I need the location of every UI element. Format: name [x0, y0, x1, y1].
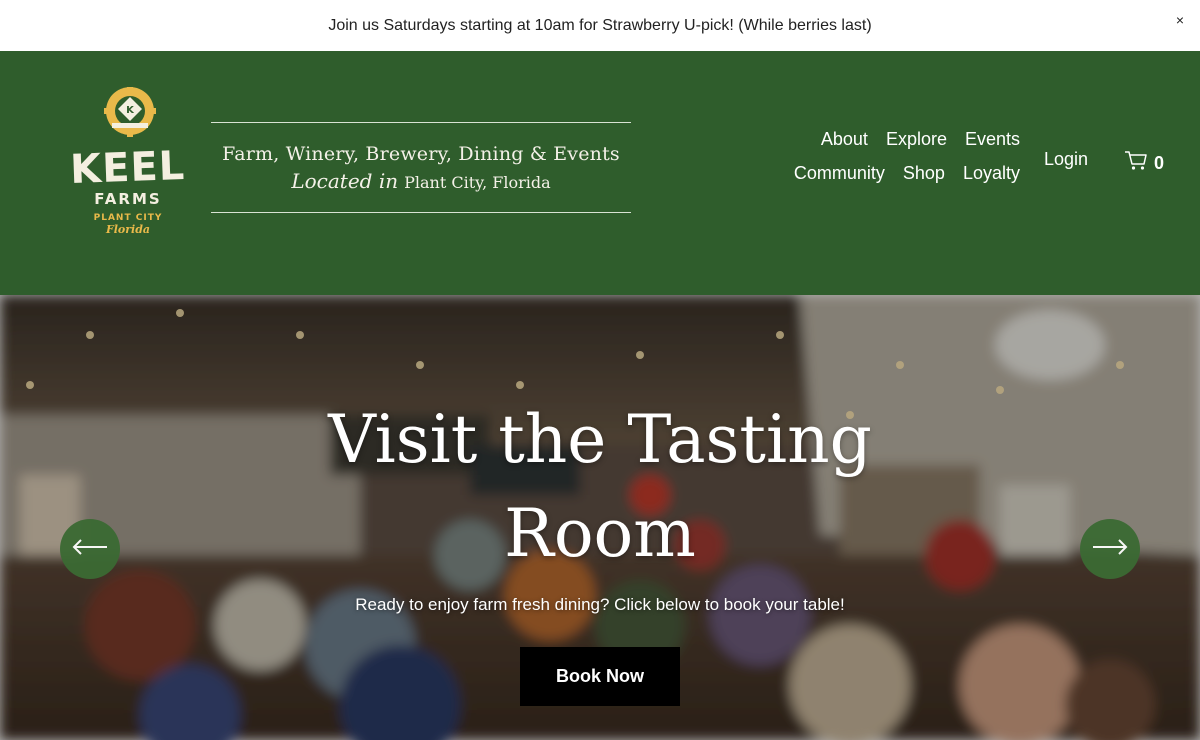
nav-row-2: Community Shop Loyalty: [740, 163, 1020, 184]
hero-subtitle: Ready to enjoy farm fresh dining? Click …: [355, 595, 845, 614]
hero-title: Visit the Tasting Room: [328, 401, 872, 572]
tagline-block: Farm, Winery, Brewery, Dining & Events L…: [211, 122, 631, 213]
slider-prev-button[interactable]: [60, 519, 120, 579]
nav-events[interactable]: Events: [965, 129, 1020, 150]
arrow-left-icon: [72, 538, 108, 560]
cart-icon: [1124, 150, 1148, 177]
svg-text:K: K: [126, 105, 135, 116]
nav-shop[interactable]: Shop: [903, 163, 945, 184]
site-header: K KEEL FARMS PLANT CITY Florida Farm, Wi…: [0, 51, 1200, 295]
nav-about[interactable]: About: [821, 129, 868, 150]
nav-loyalty[interactable]: Loyalty: [963, 163, 1020, 184]
keel-farms-logo[interactable]: K KEEL FARMS PLANT CITY Florida: [58, 85, 198, 237]
announcement-text: Join us Saturdays starting at 10am for S…: [328, 16, 872, 34]
tagline-services: Farm, Winery, Brewery, Dining & Events: [222, 142, 620, 165]
announcement-bar: Join us Saturdays starting at 10am for S…: [0, 0, 1200, 51]
svg-text:FARMS: FARMS: [94, 190, 161, 208]
tagline-place: Plant City, Florida: [404, 172, 551, 192]
book-now-button[interactable]: Book Now: [520, 647, 680, 706]
nav-community[interactable]: Community: [794, 163, 885, 184]
main-nav: About Explore Events Community Shop Loya…: [740, 129, 1020, 184]
cart-count: 0: [1154, 153, 1165, 173]
svg-text:PLANT CITY: PLANT CITY: [94, 213, 163, 223]
nav-row-1: About Explore Events: [740, 129, 1020, 150]
login-link[interactable]: Login: [1044, 149, 1088, 170]
svg-text:Florida: Florida: [105, 223, 150, 236]
tagline-location: Located in Plant City, Florida: [291, 169, 550, 193]
hero-slide: Visit the Tasting Room Ready to enjoy fa…: [0, 295, 1200, 740]
svg-text:KEEL: KEEL: [69, 143, 186, 193]
nav-explore[interactable]: Explore: [886, 129, 947, 150]
close-icon[interactable]: ×: [1176, 12, 1184, 28]
arrow-right-icon: [1092, 538, 1128, 560]
cart-button[interactable]: 0: [1124, 150, 1164, 177]
slider-next-button[interactable]: [1080, 519, 1140, 579]
tagline-script: Located in: [291, 168, 399, 193]
